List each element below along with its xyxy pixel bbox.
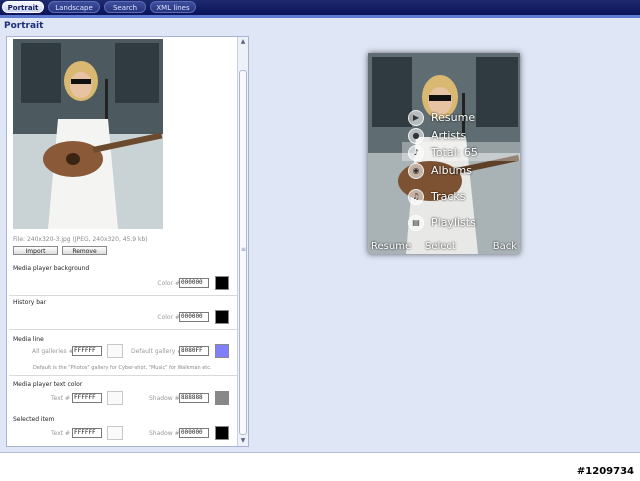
scroll-down-icon[interactable]: ▼ <box>238 436 248 446</box>
selected-text-input[interactable]: FFFFFF <box>72 428 102 438</box>
text-shadow-swatch[interactable] <box>215 391 229 405</box>
section-media-line: Media line All galleries # FFFFFF Defaul… <box>9 333 239 376</box>
section-history-bar: History bar Color # 000000 <box>9 296 239 330</box>
settings-panel: File: 240x320-3.jpg (JPEG, 240x320, 45.9… <box>6 36 249 447</box>
shadow-label: Shadow # <box>149 395 180 402</box>
menu-label: Tracks <box>431 190 466 203</box>
text-label: Text # <box>51 395 71 402</box>
album-icon: ◉ <box>408 163 424 179</box>
menu-label: Artists <box>431 129 467 142</box>
background-color-swatch[interactable] <box>215 276 229 290</box>
menu-label: Albums <box>431 164 472 177</box>
history-color-input[interactable]: 000000 <box>179 312 209 322</box>
media-line-note: Default is the "Photos" gallery for Cybe… <box>33 365 212 371</box>
all-galleries-swatch[interactable] <box>107 344 123 358</box>
scrollbar-thumb[interactable]: ≡ <box>239 70 247 435</box>
tab-landscape[interactable]: Landscape <box>48 1 100 13</box>
tab-search[interactable]: Search <box>104 1 146 13</box>
scroll-up-icon[interactable]: ▲ <box>238 37 248 47</box>
artist-icon: ● <box>408 128 424 144</box>
music-note-icon: ♪ <box>408 145 424 161</box>
menu-label: Total: 65 <box>431 146 478 159</box>
section-title: Media player text color <box>13 381 83 388</box>
grip-icon: ≡ <box>241 246 247 253</box>
history-color-swatch[interactable] <box>215 310 229 324</box>
page-title: Portrait <box>4 21 44 31</box>
file-info: File: 240x320-3.jpg (JPEG, 240x320, 45.9… <box>13 236 148 243</box>
section-text-color: Media player text color Text # FFFFFF Sh… <box>9 378 239 414</box>
softkey-left[interactable]: Resume <box>371 241 411 252</box>
footer: #1209734 <box>0 452 640 481</box>
tab-xml-lines[interactable]: XML lines <box>150 1 196 13</box>
section-title: Selected item <box>13 416 55 423</box>
text-color-input[interactable]: FFFFFF <box>72 393 102 403</box>
all-galleries-input[interactable]: FFFFFF <box>72 346 102 356</box>
phone-preview: ▶ Resume ● Artists ♪ Total: 65 ◉ Albums … <box>368 53 520 254</box>
wallpaper-thumbnail <box>13 39 163 229</box>
softkey-center[interactable]: Select <box>425 241 456 252</box>
shadow-label: Shadow # <box>149 430 180 437</box>
tab-portrait[interactable]: Portrait <box>2 1 44 13</box>
remove-button[interactable]: Remove <box>62 246 107 255</box>
text-label: Text # <box>51 430 71 437</box>
tab-bar: Portrait Landscape Search XML lines <box>0 0 640 15</box>
default-gallery-input[interactable]: 8080FF <box>179 346 209 356</box>
selected-shadow-swatch[interactable] <box>215 426 229 440</box>
section-title: Media player background <box>13 265 90 272</box>
play-icon: ▶ <box>408 110 424 126</box>
text-color-swatch[interactable] <box>107 391 123 405</box>
default-gallery-label: Default gallery # <box>131 348 183 355</box>
section-title: History bar <box>13 299 47 306</box>
selected-shadow-input[interactable]: 000000 <box>179 428 209 438</box>
note-icon: ♫ <box>408 189 424 205</box>
image-tag: #1209734 <box>576 466 634 477</box>
section-media-player-background: Media player background Color # 000000 <box>9 262 239 296</box>
menu-label: Resume <box>431 111 476 124</box>
softkey-right[interactable]: Back <box>493 241 517 252</box>
import-button[interactable]: Import <box>13 246 58 255</box>
playlist-icon: ▤ <box>408 215 424 231</box>
color-label: Color # <box>157 314 180 321</box>
section-selected-item: Selected item Text # FFFFFF Shadow # 000… <box>9 413 239 446</box>
background-color-input[interactable]: 000000 <box>179 278 209 288</box>
default-gallery-swatch[interactable] <box>215 344 229 358</box>
text-shadow-input[interactable]: 888888 <box>179 393 209 403</box>
selected-text-swatch[interactable] <box>107 426 123 440</box>
section-title: Media line <box>13 336 44 343</box>
all-galleries-label: All galleries # <box>32 348 74 355</box>
menu-label: Playlists <box>431 216 476 229</box>
panel-scrollbar[interactable]: ▲ ≡ ▼ <box>237 37 248 446</box>
color-label: Color # <box>157 280 180 287</box>
